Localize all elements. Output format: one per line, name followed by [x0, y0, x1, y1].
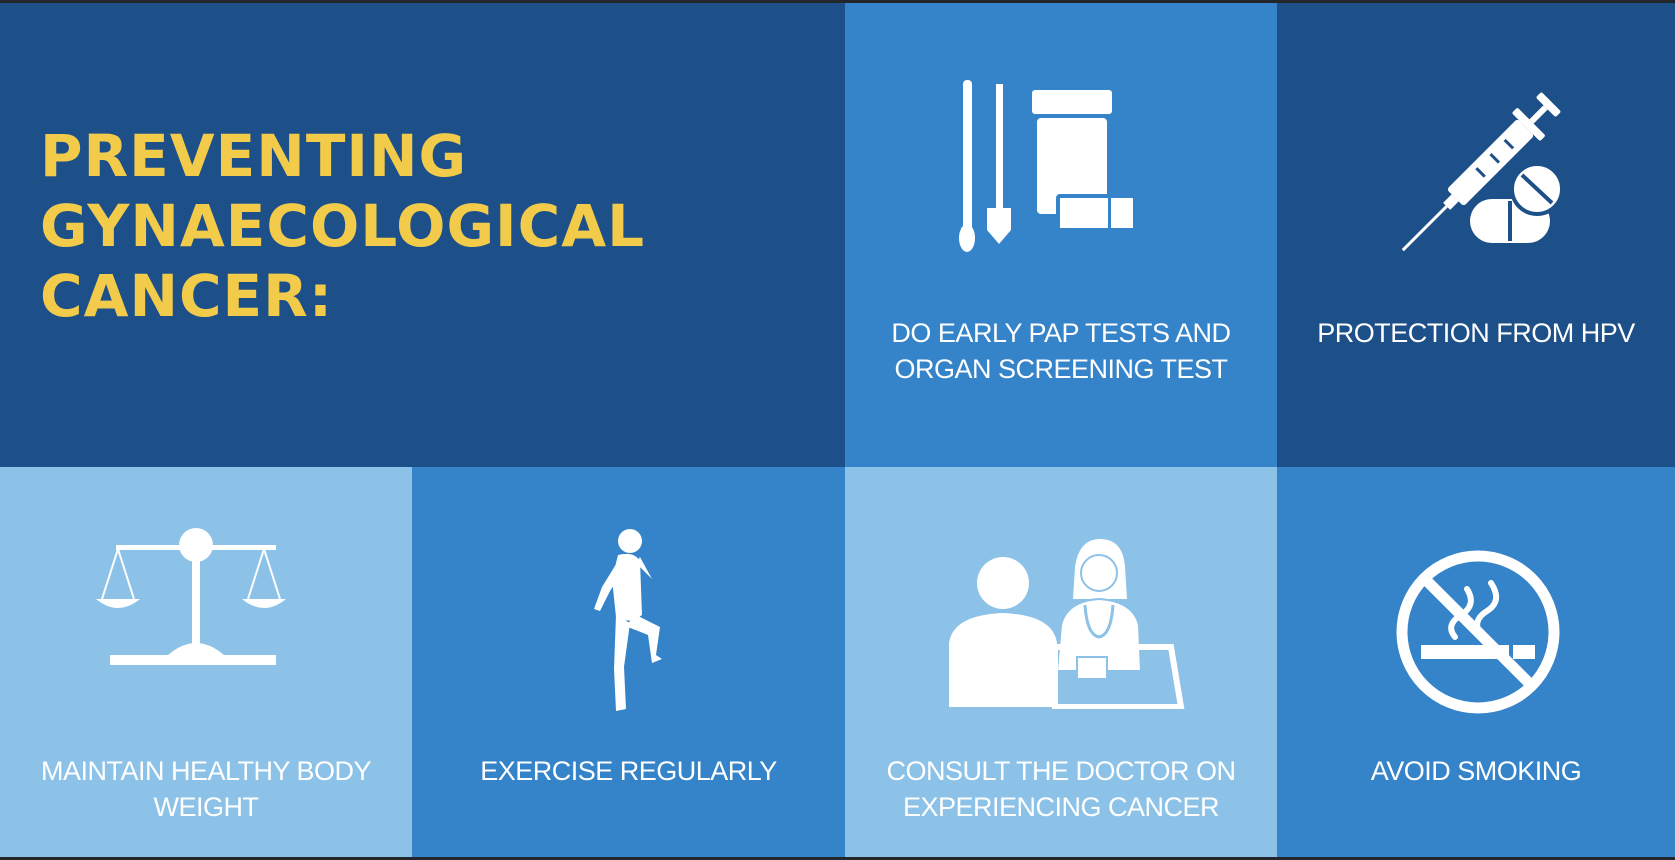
headline: PREVENTING GYNAECOLOGICAL CANCER: — [40, 121, 645, 331]
tile-label-line: PROTECTION FROM HPV — [1317, 318, 1635, 348]
tile-label-line: WEIGHT — [153, 792, 260, 822]
tile-label-line: DO EARLY PAP TESTS AND — [891, 318, 1231, 348]
tile-label-line: ORGAN SCREENING TEST — [894, 354, 1228, 384]
tile-label: AVOID SMOKING — [1277, 753, 1675, 789]
tile-hpv-protection: PROTECTION FROM HPV — [1277, 3, 1675, 467]
tile-label-line: MAINTAIN HEALTHY BODY — [40, 756, 372, 786]
tile-consult-doctor: CONSULT THE DOCTOR ON EXPERIENCING CANCE… — [845, 467, 1277, 857]
tile-avoid-smoking: AVOID SMOKING — [1277, 467, 1675, 857]
balance-scale-icon — [96, 527, 296, 677]
headline-line: GYNAECOLOGICAL — [40, 192, 646, 260]
tile-label: MAINTAIN HEALTHY BODY WEIGHT — [0, 753, 412, 825]
tile-label-line: CONSULT THE DOCTOR ON — [886, 756, 1236, 786]
tile-pap-test: DO EARLY PAP TESTS AND ORGAN SCREENING T… — [845, 3, 1277, 467]
tile-label: PROTECTION FROM HPV — [1277, 315, 1675, 351]
doctor-consultation-icon — [945, 539, 1185, 709]
tile-healthy-weight: MAINTAIN HEALTHY BODY WEIGHT — [0, 467, 412, 857]
tile-label-line: AVOID SMOKING — [1370, 756, 1582, 786]
swab-and-specimen-jar-icon — [945, 78, 1145, 258]
tile-label: DO EARLY PAP TESTS AND ORGAN SCREENING T… — [845, 315, 1277, 387]
syringe-and-pills-icon — [1382, 81, 1582, 261]
tile-label: CONSULT THE DOCTOR ON EXPERIENCING CANCE… — [845, 753, 1277, 825]
tile-label: EXERCISE REGULARLY — [412, 753, 845, 789]
tile-label-line: EXPERIENCING CANCER — [902, 792, 1220, 822]
title-tile: PREVENTING GYNAECOLOGICAL CANCER: — [0, 3, 845, 467]
no-smoking-icon — [1393, 547, 1563, 717]
tile-label-line: EXERCISE REGULARLY — [480, 756, 777, 786]
runner-icon — [582, 527, 672, 717]
headline-line: PREVENTING — [40, 122, 468, 190]
infographic: PREVENTING GYNAECOLOGICAL CANCER: DO EAR… — [0, 3, 1675, 857]
headline-line: CANCER: — [40, 262, 334, 330]
tile-exercise: EXERCISE REGULARLY — [412, 467, 845, 857]
